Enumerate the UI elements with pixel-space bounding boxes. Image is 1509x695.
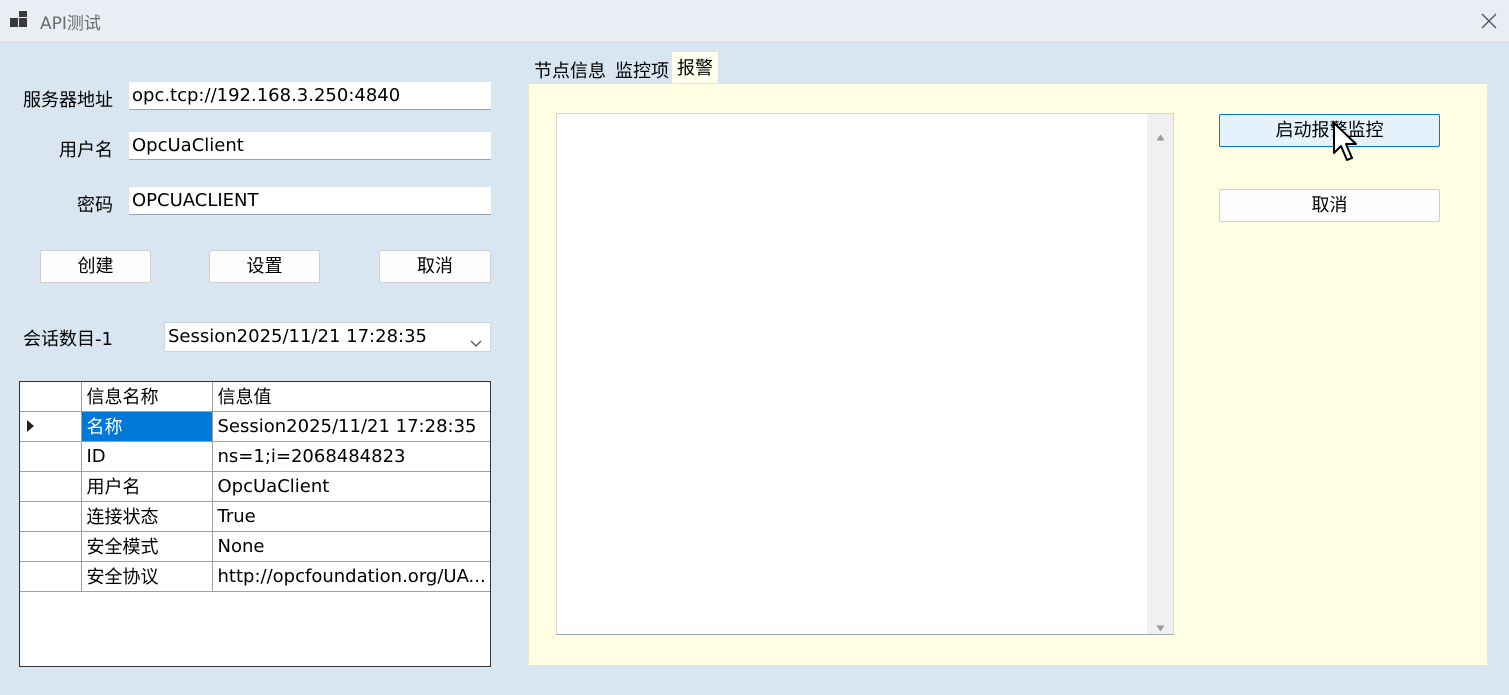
scroll-down-icon[interactable] [1156, 616, 1165, 637]
table-row[interactable]: 用户名 OpcUaClient [20, 471, 490, 502]
grid-cell-name[interactable]: 名称 [81, 411, 213, 442]
row-header[interactable] [20, 561, 82, 592]
row-header[interactable] [20, 531, 82, 562]
row-header[interactable] [20, 471, 82, 502]
grid-cell-name[interactable]: 安全模式 [81, 531, 213, 562]
close-button[interactable] [1468, 0, 1509, 42]
grid-cell-value[interactable]: OpcUaClient [212, 471, 490, 502]
scroll-up-icon[interactable] [1156, 125, 1165, 146]
username-input[interactable] [129, 132, 491, 160]
grid-cell-value[interactable]: Session2025/11/21 17:28:35 [212, 411, 490, 442]
tab-node-info[interactable]: 节点信息 [530, 56, 610, 83]
table-row[interactable]: ID ns=1;i=2068484823 [20, 441, 490, 472]
cancel-button[interactable]: 取消 [379, 250, 491, 283]
grid-cell-name[interactable]: ID [81, 441, 213, 472]
session-select-value: Session2025/11/21 17:28:35 [168, 326, 427, 347]
row-header[interactable] [20, 441, 82, 472]
create-button[interactable]: 创建 [40, 250, 151, 283]
server-address-label: 服务器地址 [23, 90, 113, 111]
session-info-grid[interactable]: 信息名称 信息值 名称 Session2025/11/21 17:28:35 I… [19, 381, 491, 667]
grid-header-row: 信息名称 信息值 [20, 382, 490, 412]
column-header-name[interactable]: 信息名称 [81, 382, 213, 412]
window-title: API测试 [40, 14, 101, 34]
grid-cell-value[interactable]: True [212, 501, 490, 532]
current-row-icon [27, 420, 34, 432]
column-header-value[interactable]: 信息值 [212, 382, 490, 412]
table-row[interactable]: 安全模式 None [20, 531, 490, 562]
grid-cell-value[interactable]: ns=1;i=2068484823 [212, 441, 490, 472]
mouse-cursor-icon [1332, 121, 1362, 168]
username-label: 用户名 [59, 140, 113, 161]
start-alarm-monitor-button[interactable]: 启动报警监控 [1219, 114, 1440, 147]
password-label: 密码 [77, 195, 113, 216]
tab-monitored-items[interactable]: 监控项 [611, 56, 673, 83]
table-row[interactable]: 连接状态 True [20, 501, 490, 532]
row-header[interactable] [20, 411, 82, 442]
session-count-label: 会话数目-1 [23, 329, 113, 350]
tab-alarm[interactable]: 报警 [672, 52, 718, 83]
grid-cell-name[interactable]: 安全协议 [81, 561, 213, 592]
alarm-cancel-button[interactable]: 取消 [1219, 189, 1440, 222]
server-address-input[interactable] [129, 82, 491, 110]
session-select[interactable]: Session2025/11/21 17:28:35 [164, 322, 491, 352]
grid-cell-name[interactable]: 用户名 [81, 471, 213, 502]
row-header[interactable] [20, 501, 82, 532]
title-bar: API测试 [0, 0, 1509, 42]
alarm-list[interactable] [556, 113, 1174, 635]
row-header-corner [20, 382, 82, 412]
app-icon [10, 11, 30, 29]
grid-cell-value[interactable]: None [212, 531, 490, 562]
grid-cell-value[interactable]: http://opcfoundation.org/UA... [212, 561, 490, 592]
vertical-scrollbar[interactable] [1147, 114, 1173, 634]
chevron-down-icon [470, 332, 482, 353]
settings-button[interactable]: 设置 [209, 250, 320, 283]
grid-cell-name[interactable]: 连接状态 [81, 501, 213, 532]
password-input[interactable] [129, 187, 491, 215]
table-row[interactable]: 安全协议 http://opcfoundation.org/UA... [20, 561, 490, 592]
table-row[interactable]: 名称 Session2025/11/21 17:28:35 [20, 411, 490, 442]
close-icon [1481, 13, 1496, 29]
